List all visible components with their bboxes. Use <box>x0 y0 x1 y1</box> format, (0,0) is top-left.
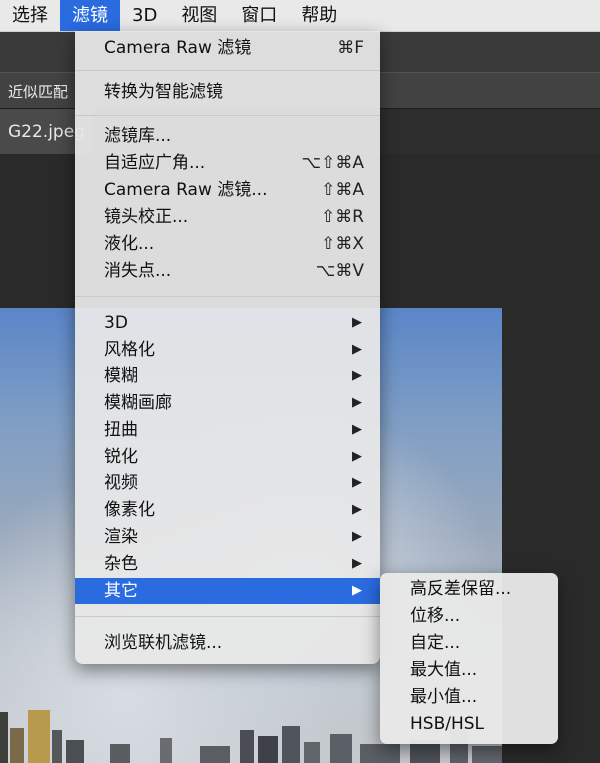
submenu-blur-gallery[interactable]: 模糊画廊 ▶ <box>75 390 380 416</box>
hsb-hsl[interactable]: HSB/HSL <box>380 711 558 737</box>
shortcut-label: ⌘F <box>337 38 364 58</box>
menu-item-label: 转换为智能滤镜 <box>104 82 223 102</box>
menu-item-label: 其它 <box>104 581 138 601</box>
browse-filters-online[interactable]: 浏览联机滤镜... <box>75 630 380 656</box>
shortcut-label: ⌥⇧⌘A <box>301 153 364 173</box>
submenu-arrow-icon: ▶ <box>352 583 362 598</box>
menu-item-label: 消失点... <box>104 261 172 281</box>
app-menubar: 选择 滤镜 3D 视图 窗口 帮助 <box>0 0 600 32</box>
submenu-other[interactable]: 其它 ▶ <box>75 578 380 604</box>
liquify[interactable]: 液化... ⇧⌘X <box>75 231 380 257</box>
offset[interactable]: 位移... <box>380 603 558 629</box>
menu-3d[interactable]: 3D <box>120 0 169 31</box>
menu-item-label: 模糊 <box>104 366 138 386</box>
menu-item-label: 镜头校正... <box>104 207 189 227</box>
menu-item-label: 最小值... <box>410 687 478 707</box>
menu-separator <box>75 296 380 297</box>
menu-item-label: 滤镜库... <box>104 126 172 146</box>
submenu-arrow-icon: ▶ <box>352 449 362 464</box>
menu-select[interactable]: 选择 <box>0 0 60 31</box>
menu-item-label: 浏览联机滤镜... <box>104 633 223 653</box>
menu-item-label: 像素化 <box>104 500 155 520</box>
submenu-arrow-icon: ▶ <box>352 395 362 410</box>
shortcut-label: ⇧⌘R <box>320 207 364 227</box>
last-filter-camera-raw[interactable]: Camera Raw 滤镜 ⌘F <box>75 35 380 61</box>
submenu-distort[interactable]: 扭曲 ▶ <box>75 417 380 443</box>
menu-item-label: 模糊画廊 <box>104 393 172 413</box>
high-pass[interactable]: 高反差保留... <box>380 576 558 602</box>
shortcut-label: ⌥⌘V <box>315 261 364 281</box>
menu-separator <box>75 616 380 617</box>
menu-item-label: 3D <box>104 313 128 333</box>
menu-item-label: 自适应广角... <box>104 153 206 173</box>
lens-correction[interactable]: 镜头校正... ⇧⌘R <box>75 204 380 230</box>
menu-filter[interactable]: 滤镜 <box>60 0 120 31</box>
menu-item-label: HSB/HSL <box>410 714 485 734</box>
menu-item-label: 视频 <box>104 473 138 493</box>
menu-item-label: 自定... <box>410 633 461 653</box>
vanishing-point[interactable]: 消失点... ⌥⌘V <box>75 258 380 284</box>
submenu-render[interactable]: 渲染 ▶ <box>75 524 380 550</box>
submenu-arrow-icon: ▶ <box>352 368 362 383</box>
submenu-noise[interactable]: 杂色 ▶ <box>75 551 380 577</box>
menu-item-label: 风格化 <box>104 340 155 360</box>
approx-match-option[interactable]: 近似匹配 <box>8 81 68 102</box>
menu-item-label: Camera Raw 滤镜 <box>104 38 252 58</box>
menu-separator <box>75 70 380 71</box>
camera-raw-filter[interactable]: Camera Raw 滤镜... ⇧⌘A <box>75 177 380 203</box>
submenu-arrow-icon: ▶ <box>352 502 362 517</box>
shortcut-label: ⇧⌘X <box>321 234 364 254</box>
submenu-arrow-icon: ▶ <box>352 475 362 490</box>
menu-item-label: 液化... <box>104 234 155 254</box>
adaptive-wide-angle[interactable]: 自适应广角... ⌥⇧⌘A <box>75 150 380 176</box>
minimum[interactable]: 最小值... <box>380 684 558 710</box>
other-submenu: 高反差保留... 位移... 自定... 最大值... 最小值... HSB/H… <box>380 573 558 744</box>
shortcut-label: ⇧⌘A <box>321 180 364 200</box>
custom[interactable]: 自定... <box>380 630 558 656</box>
menu-item-label: 高反差保留... <box>410 579 512 599</box>
menu-item-label: Camera Raw 滤镜... <box>104 180 268 200</box>
submenu-arrow-icon: ▶ <box>352 342 362 357</box>
menu-item-label: 渲染 <box>104 527 138 547</box>
submenu-arrow-icon: ▶ <box>352 315 362 330</box>
submenu-arrow-icon: ▶ <box>352 556 362 571</box>
submenu-blur[interactable]: 模糊 ▶ <box>75 363 380 389</box>
filter-menu: Camera Raw 滤镜 ⌘F 转换为智能滤镜 滤镜库... 自适应广角...… <box>75 31 380 664</box>
menu-help[interactable]: 帮助 <box>289 0 349 31</box>
menu-item-label: 位移... <box>410 606 461 626</box>
submenu-pixelate[interactable]: 像素化 ▶ <box>75 497 380 523</box>
menu-item-label: 锐化 <box>104 447 138 467</box>
menu-view[interactable]: 视图 <box>169 0 229 31</box>
menu-item-label: 最大值... <box>410 660 478 680</box>
menu-window[interactable]: 窗口 <box>229 0 289 31</box>
menu-item-label: 杂色 <box>104 554 138 574</box>
menu-item-label: 扭曲 <box>104 420 138 440</box>
submenu-3d[interactable]: 3D ▶ <box>75 310 380 336</box>
maximum[interactable]: 最大值... <box>380 657 558 683</box>
convert-to-smart-filter[interactable]: 转换为智能滤镜 <box>75 79 380 105</box>
submenu-video[interactable]: 视频 ▶ <box>75 470 380 496</box>
submenu-stylize[interactable]: 风格化 ▶ <box>75 337 380 363</box>
menu-separator <box>75 115 380 116</box>
filter-gallery[interactable]: 滤镜库... <box>75 123 380 149</box>
submenu-arrow-icon: ▶ <box>352 422 362 437</box>
submenu-arrow-icon: ▶ <box>352 529 362 544</box>
submenu-sharpen[interactable]: 锐化 ▶ <box>75 444 380 470</box>
